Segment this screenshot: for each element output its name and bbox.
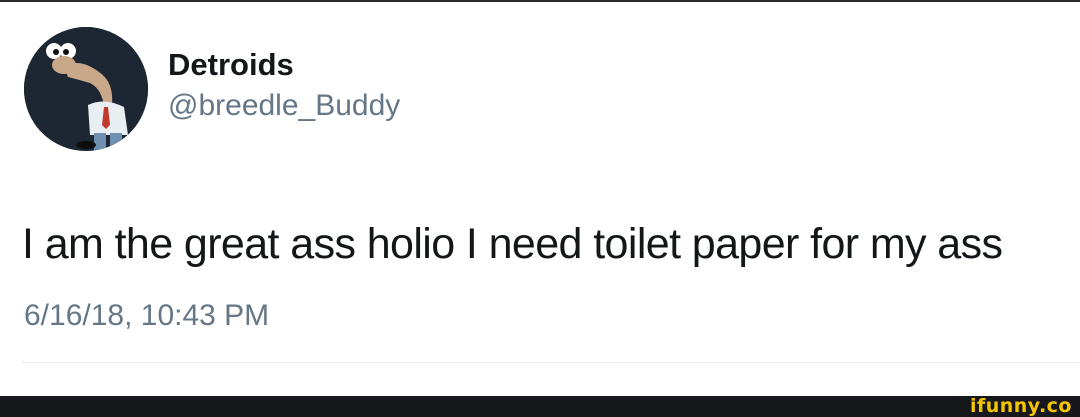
top-border [0,0,1080,2]
divider [22,362,1080,363]
tweet-text: I am the great ass holio I need toilet p… [22,220,1003,268]
display-name[interactable]: Detroids [168,47,294,83]
avatar[interactable] [24,27,148,151]
user-handle[interactable]: @breedle_Buddy [168,88,400,124]
footer-bar: ifunny.co [0,396,1080,417]
watermark: ifunny.co [969,395,1072,417]
tweet-timestamp[interactable]: 6/16/18, 10:43 PM [24,298,269,334]
cartoon-character-avatar-icon [24,27,148,151]
